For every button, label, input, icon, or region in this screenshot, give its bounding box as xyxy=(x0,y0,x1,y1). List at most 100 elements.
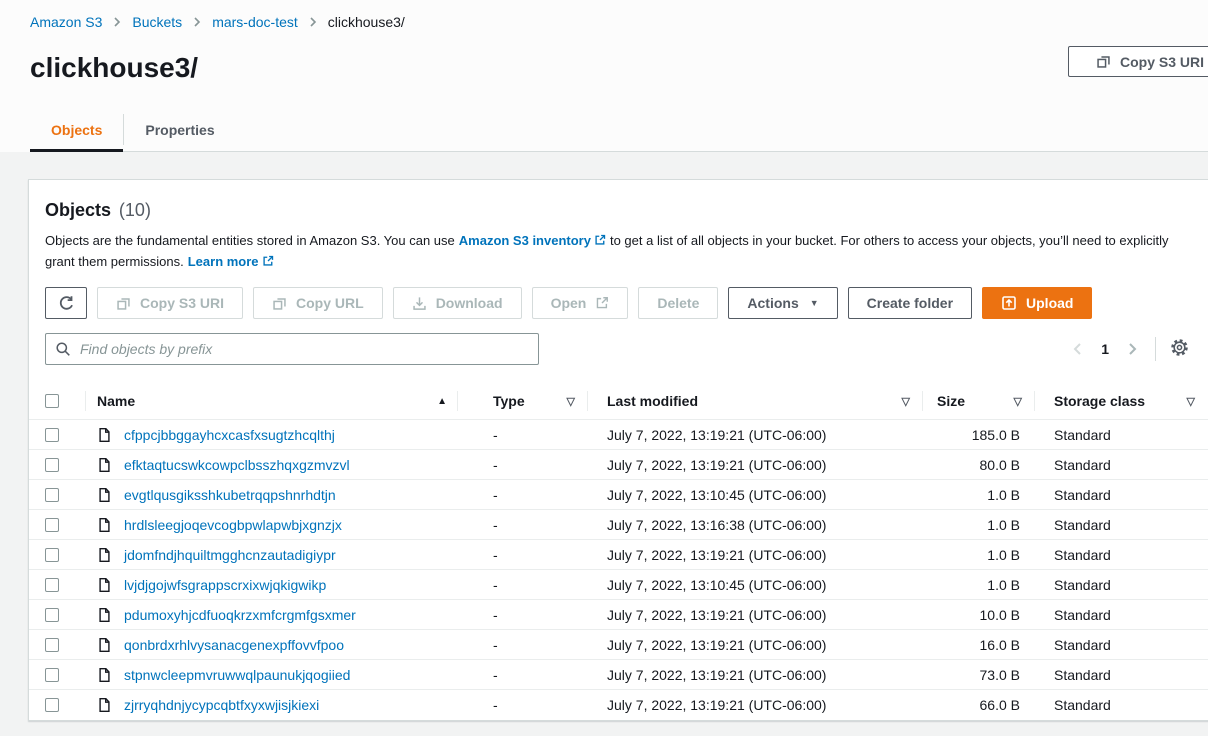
object-type-cell: - xyxy=(457,450,587,479)
pagination-divider xyxy=(1155,337,1156,361)
learn-more-link[interactable]: Learn more xyxy=(188,254,274,269)
row-checkbox-cell xyxy=(29,630,85,659)
table-header-row: Name ▲ Type ▽ Last modified ▽ Size ▽ xyxy=(29,383,1208,420)
object-last-modified-cell: July 7, 2022, 13:19:21 (UTC-06:00) xyxy=(587,420,922,449)
row-checkbox[interactable] xyxy=(45,608,59,622)
create-folder-button[interactable]: Create folder xyxy=(848,287,972,319)
copy-url-button[interactable]: Copy URL xyxy=(253,287,383,319)
row-checkbox-cell xyxy=(29,570,85,599)
row-checkbox[interactable] xyxy=(45,668,59,682)
breadcrumb-separator-icon xyxy=(113,16,121,28)
refresh-button[interactable] xyxy=(45,287,87,319)
object-name-link[interactable]: hrdlsleegjoqevcogbpwlapwbjxgnzjx xyxy=(124,517,342,533)
row-checkbox-cell xyxy=(29,690,85,720)
actions-dropdown-button[interactable]: Actions ▼ xyxy=(728,287,837,319)
breadcrumb-separator-icon xyxy=(309,16,317,28)
breadcrumb-link-buckets[interactable]: Buckets xyxy=(132,14,182,30)
caret-down-icon: ▼ xyxy=(810,298,819,308)
file-icon xyxy=(97,487,112,503)
row-checkbox[interactable] xyxy=(45,458,59,472)
breadcrumb-link-bucket[interactable]: mars-doc-test xyxy=(212,14,298,30)
file-icon xyxy=(97,457,112,473)
object-size-cell: 80.0 B xyxy=(922,450,1034,479)
tab-properties[interactable]: Properties xyxy=(124,111,235,152)
external-link-icon xyxy=(595,296,609,310)
object-size-cell: 1.0 B xyxy=(922,480,1034,509)
object-name-link[interactable]: pdumoxyhjcdfuoqkrzxmfcrgmfgsxmer xyxy=(124,607,356,623)
object-last-modified-cell: July 7, 2022, 13:19:21 (UTC-06:00) xyxy=(587,600,922,629)
object-type-cell: - xyxy=(457,600,587,629)
row-checkbox[interactable] xyxy=(45,518,59,532)
object-size-cell: 1.0 B xyxy=(922,540,1034,569)
object-row: zjrryqhdnjycypcqbtfxyxwjisjkiexi - July … xyxy=(29,690,1208,720)
breadcrumb-current-folder: clickhouse3/ xyxy=(328,14,405,30)
pagination: 1 xyxy=(1069,337,1189,361)
object-type-cell: - xyxy=(457,510,587,539)
row-checkbox[interactable] xyxy=(45,698,59,712)
search-row: 1 xyxy=(29,319,1208,365)
row-checkbox[interactable] xyxy=(45,488,59,502)
object-last-modified-cell: July 7, 2022, 13:19:21 (UTC-06:00) xyxy=(587,660,922,689)
object-name-link[interactable]: qonbrdxrhlvysanacgenexpffovvfpoo xyxy=(124,637,344,653)
object-type-cell: - xyxy=(457,630,587,659)
column-header-name[interactable]: Name ▲ xyxy=(85,383,457,419)
object-storage-class-cell: Standard xyxy=(1034,450,1208,479)
sort-indicator-icon: ▽ xyxy=(1187,395,1195,408)
object-row: evgtlqusgiksshkubetrqqpshnrhdtjn - July … xyxy=(29,480,1208,510)
copy-icon xyxy=(116,296,131,311)
tab-bar: Objects Properties xyxy=(30,111,1208,152)
column-header-type[interactable]: Type ▽ xyxy=(457,383,587,419)
row-checkbox[interactable] xyxy=(45,578,59,592)
row-checkbox-cell xyxy=(29,450,85,479)
object-row: efktaqtucswkcowpclbsszhqxgzmvzvl - July … xyxy=(29,450,1208,480)
preferences-button[interactable] xyxy=(1170,338,1189,360)
search-icon xyxy=(55,341,71,360)
object-name-link[interactable]: evgtlqusgiksshkubetrqqpshnrhdtjn xyxy=(124,487,336,503)
object-name-link[interactable]: stpnwcleepmvruwwqlpaunukjqogiied xyxy=(124,667,350,683)
select-all-checkbox[interactable] xyxy=(45,394,59,408)
page-title: clickhouse3/ xyxy=(30,52,1208,84)
page-1-button[interactable]: 1 xyxy=(1101,341,1109,357)
object-name-cell: evgtlqusgiksshkubetrqqpshnrhdtjn xyxy=(85,480,457,509)
row-checkbox-cell xyxy=(29,660,85,689)
tab-objects[interactable]: Objects xyxy=(30,111,123,152)
content-area: Objects (10) Objects are the fundamental… xyxy=(0,152,1208,721)
amazon-s3-inventory-link[interactable]: Amazon S3 inventory xyxy=(459,233,606,248)
copy-s3-uri-button[interactable]: Copy S3 URI xyxy=(97,287,243,319)
object-name-link[interactable]: efktaqtucswkcowpclbsszhqxgzmvzvl xyxy=(124,457,350,473)
delete-button[interactable]: Delete xyxy=(638,287,718,319)
object-name-link[interactable]: cfppcjbbggayhcxcasfxsugtzhcqlthj xyxy=(124,427,335,443)
breadcrumb: Amazon S3 Buckets mars-doc-test clickhou… xyxy=(30,14,1208,30)
upload-icon xyxy=(1001,295,1017,311)
column-header-last-modified[interactable]: Last modified ▽ xyxy=(587,383,922,419)
object-size-cell: 66.0 B xyxy=(922,690,1034,720)
breadcrumb-link-amazon-s3[interactable]: Amazon S3 xyxy=(30,14,102,30)
column-header-storage-class[interactable]: Storage class ▽ xyxy=(1034,383,1208,419)
row-checkbox[interactable] xyxy=(45,548,59,562)
object-type-cell: - xyxy=(457,480,587,509)
upload-button[interactable]: Upload xyxy=(982,287,1092,319)
row-checkbox-cell xyxy=(29,420,85,449)
copy-s3-uri-header-button[interactable]: Copy S3 URI xyxy=(1068,46,1208,77)
object-type-cell: - xyxy=(457,540,587,569)
file-icon xyxy=(97,697,112,713)
find-objects-input[interactable] xyxy=(45,333,539,365)
object-type-cell: - xyxy=(457,570,587,599)
object-name-link[interactable]: jdomfndjhquiltmgghcnzautadigiypr xyxy=(124,547,336,563)
object-size-cell: 73.0 B xyxy=(922,660,1034,689)
row-checkbox[interactable] xyxy=(45,428,59,442)
previous-page-button[interactable] xyxy=(1069,339,1087,359)
object-type-cell: - xyxy=(457,660,587,689)
select-all-cell xyxy=(29,383,85,419)
object-name-link[interactable]: zjrryqhdnjycypcqbtfxyxwjisjkiexi xyxy=(124,697,319,713)
row-checkbox[interactable] xyxy=(45,638,59,652)
search-box xyxy=(45,333,539,365)
object-storage-class-cell: Standard xyxy=(1034,420,1208,449)
next-page-button[interactable] xyxy=(1123,339,1141,359)
download-button[interactable]: Download xyxy=(393,287,522,319)
open-button[interactable]: Open xyxy=(532,287,629,319)
object-name-cell: efktaqtucswkcowpclbsszhqxgzmvzvl xyxy=(85,450,457,479)
object-size-cell: 1.0 B xyxy=(922,510,1034,539)
column-header-size[interactable]: Size ▽ xyxy=(922,383,1034,419)
object-name-link[interactable]: lvjdjgojwfsgrappscrxixwjqkigwikp xyxy=(124,577,326,593)
